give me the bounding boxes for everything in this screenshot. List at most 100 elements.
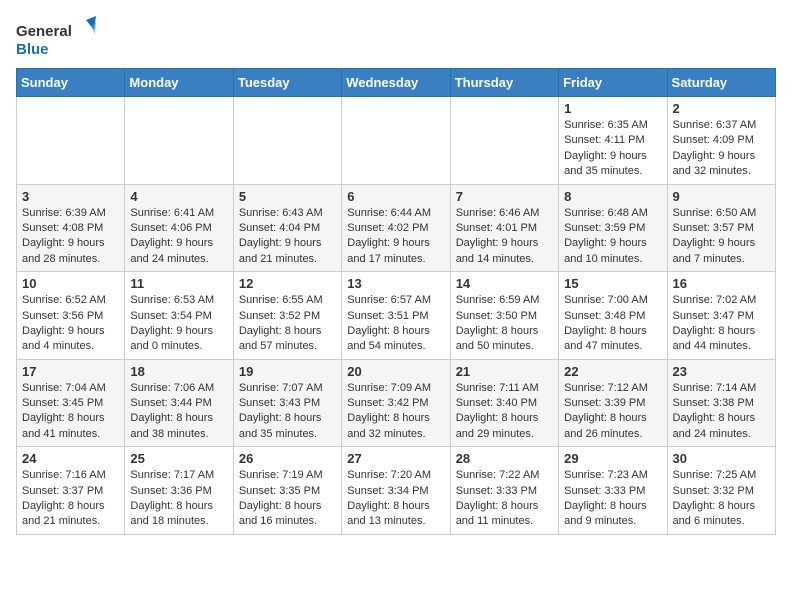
day-info: Sunrise: 7:06 AM Sunset: 3:44 PM Dayligh… [130,381,227,443]
weekday-header-friday: Friday [559,69,667,97]
calendar-cell-w1-d2 [125,97,233,185]
calendar-cell-w4-d6: 22Sunrise: 7:12 AM Sunset: 3:39 PM Dayli… [559,359,667,447]
day-number: 30 [673,451,770,466]
day-number: 27 [347,451,444,466]
calendar-week-1: 1 Sunrise: 6:35 AM Sunset: 4:11 PM Daylig… [17,97,776,185]
day-info: Sunrise: 7:14 AM Sunset: 3:38 PM Dayligh… [673,381,770,443]
calendar-week-5: 24 Sunrise: 7:16 AM Sunset: 3:37 PM Dayli… [17,447,776,535]
calendar-body: 1 Sunrise: 6:35 AM Sunset: 4:11 PM Daylig… [17,97,776,535]
calendar-cell-w3-d3: 12 Sunrise: 6:55 AM Sunset: 3:52 PM Dayli… [233,272,341,360]
calendar-cell-w3-d5: 14Sunrise: 6:59 AM Sunset: 3:50 PM Dayli… [450,272,558,360]
day-number: 2 [673,101,770,116]
calendar-cell-w5-d3: 26 Sunrise: 7:19 AM Sunset: 3:35 PM Dayli… [233,447,341,535]
day-number: 18 [130,364,227,379]
day-number: 17 [22,364,119,379]
day-info: Sunrise: 6:50 AM Sunset: 3:57 PM Dayligh… [673,206,770,268]
day-number: 6 [347,189,444,204]
calendar-cell-w5-d7: 30 Sunrise: 7:25 AM Sunset: 3:32 PM Dayli… [667,447,775,535]
day-info: Sunrise: 7:04 AM Sunset: 3:45 PM Dayligh… [22,381,119,443]
calendar-cell-w2-d1: 3Sunrise: 6:39 AM Sunset: 4:08 PM Daylig… [17,184,125,272]
calendar-cell-w1-d5 [450,97,558,185]
calendar-cell-w4-d1: 17 Sunrise: 7:04 AM Sunset: 3:45 PM Dayli… [17,359,125,447]
day-info: Sunrise: 6:57 AM Sunset: 3:51 PM Dayligh… [347,293,444,355]
calendar-cell-w3-d2: 11Sunrise: 6:53 AM Sunset: 3:54 PM Dayli… [125,272,233,360]
calendar-header: SundayMondayTuesdayWednesdayThursdayFrid… [17,69,776,97]
day-info: Sunrise: 6:43 AM Sunset: 4:04 PM Dayligh… [239,206,336,268]
calendar-cell-w2-d4: 6Sunrise: 6:44 AM Sunset: 4:02 PM Daylig… [342,184,450,272]
day-info: Sunrise: 7:07 AM Sunset: 3:43 PM Dayligh… [239,381,336,443]
calendar-cell-w5-d2: 25 Sunrise: 7:17 AM Sunset: 3:36 PM Dayli… [125,447,233,535]
day-info: Sunrise: 6:48 AM Sunset: 3:59 PM Dayligh… [564,206,661,268]
day-number: 19 [239,364,336,379]
day-info: Sunrise: 7:09 AM Sunset: 3:42 PM Dayligh… [347,381,444,443]
page-header: General Blue [16,16,776,60]
calendar-cell-w4-d2: 18 Sunrise: 7:06 AM Sunset: 3:44 PM Dayli… [125,359,233,447]
logo: General Blue [16,16,96,60]
day-number: 26 [239,451,336,466]
day-info: Sunrise: 6:35 AM Sunset: 4:11 PM Dayligh… [564,118,661,180]
day-number: 13 [347,276,444,291]
calendar-cell-w5-d1: 24 Sunrise: 7:16 AM Sunset: 3:37 PM Dayli… [17,447,125,535]
day-info: Sunrise: 7:19 AM Sunset: 3:35 PM Dayligh… [239,468,336,530]
calendar-cell-w1-d1 [17,97,125,185]
calendar-cell-w4-d4: 20 Sunrise: 7:09 AM Sunset: 3:42 PM Dayli… [342,359,450,447]
day-number: 1 [564,101,661,116]
calendar-cell-w2-d7: 9Sunrise: 6:50 AM Sunset: 3:57 PM Daylig… [667,184,775,272]
calendar-cell-w1-d7: 2 Sunrise: 6:37 AM Sunset: 4:09 PM Daylig… [667,97,775,185]
day-number: 20 [347,364,444,379]
svg-text:Blue: Blue [16,41,49,58]
day-info: Sunrise: 7:17 AM Sunset: 3:36 PM Dayligh… [130,468,227,530]
day-info: Sunrise: 7:23 AM Sunset: 3:33 PM Dayligh… [564,468,661,530]
day-info: Sunrise: 6:37 AM Sunset: 4:09 PM Dayligh… [673,118,770,180]
calendar-cell-w2-d5: 7Sunrise: 6:46 AM Sunset: 4:01 PM Daylig… [450,184,558,272]
day-info: Sunrise: 7:02 AM Sunset: 3:47 PM Dayligh… [673,293,770,355]
weekday-header-thursday: Thursday [450,69,558,97]
calendar-cell-w3-d1: 10 Sunrise: 6:52 AM Sunset: 3:56 PM Dayli… [17,272,125,360]
day-number: 29 [564,451,661,466]
calendar-table: SundayMondayTuesdayWednesdayThursdayFrid… [16,68,776,535]
day-number: 24 [22,451,119,466]
calendar-week-3: 10 Sunrise: 6:52 AM Sunset: 3:56 PM Dayli… [17,272,776,360]
weekday-header-tuesday: Tuesday [233,69,341,97]
weekday-header-row: SundayMondayTuesdayWednesdayThursdayFrid… [17,69,776,97]
day-number: 16 [673,276,770,291]
calendar-cell-w5-d5: 28Sunrise: 7:22 AM Sunset: 3:33 PM Dayli… [450,447,558,535]
day-info: Sunrise: 7:20 AM Sunset: 3:34 PM Dayligh… [347,468,444,530]
svg-text:General: General [16,23,72,40]
day-info: Sunrise: 6:59 AM Sunset: 3:50 PM Dayligh… [456,293,553,355]
weekday-header-wednesday: Wednesday [342,69,450,97]
day-info: Sunrise: 6:55 AM Sunset: 3:52 PM Dayligh… [239,293,336,355]
day-info: Sunrise: 7:16 AM Sunset: 3:37 PM Dayligh… [22,468,119,530]
day-info: Sunrise: 6:52 AM Sunset: 3:56 PM Dayligh… [22,293,119,355]
calendar-cell-w4-d7: 23 Sunrise: 7:14 AM Sunset: 3:38 PM Dayli… [667,359,775,447]
day-number: 5 [239,189,336,204]
calendar-cell-w4-d3: 19 Sunrise: 7:07 AM Sunset: 3:43 PM Dayli… [233,359,341,447]
day-number: 12 [239,276,336,291]
day-info: Sunrise: 6:41 AM Sunset: 4:06 PM Dayligh… [130,206,227,268]
calendar-cell-w5-d4: 27 Sunrise: 7:20 AM Sunset: 3:34 PM Dayli… [342,447,450,535]
day-info: Sunrise: 7:11 AM Sunset: 3:40 PM Dayligh… [456,381,553,443]
weekday-header-sunday: Sunday [17,69,125,97]
day-number: 8 [564,189,661,204]
calendar-week-2: 3Sunrise: 6:39 AM Sunset: 4:08 PM Daylig… [17,184,776,272]
logo-svg: General Blue [16,16,96,60]
calendar-cell-w3-d7: 16 Sunrise: 7:02 AM Sunset: 3:47 PM Dayli… [667,272,775,360]
day-number: 25 [130,451,227,466]
day-info: Sunrise: 7:22 AM Sunset: 3:33 PM Dayligh… [456,468,553,530]
day-info: Sunrise: 6:46 AM Sunset: 4:01 PM Dayligh… [456,206,553,268]
day-number: 4 [130,189,227,204]
day-number: 15 [564,276,661,291]
day-number: 23 [673,364,770,379]
calendar-cell-w1-d6: 1 Sunrise: 6:35 AM Sunset: 4:11 PM Daylig… [559,97,667,185]
day-info: Sunrise: 7:25 AM Sunset: 3:32 PM Dayligh… [673,468,770,530]
day-number: 22 [564,364,661,379]
day-number: 10 [22,276,119,291]
day-info: Sunrise: 6:39 AM Sunset: 4:08 PM Dayligh… [22,206,119,268]
weekday-header-monday: Monday [125,69,233,97]
day-number: 21 [456,364,553,379]
day-info: Sunrise: 7:00 AM Sunset: 3:48 PM Dayligh… [564,293,661,355]
calendar-cell-w2-d2: 4 Sunrise: 6:41 AM Sunset: 4:06 PM Daylig… [125,184,233,272]
day-info: Sunrise: 6:53 AM Sunset: 3:54 PM Dayligh… [130,293,227,355]
calendar-cell-w2-d6: 8 Sunrise: 6:48 AM Sunset: 3:59 PM Daylig… [559,184,667,272]
calendar-cell-w4-d5: 21 Sunrise: 7:11 AM Sunset: 3:40 PM Dayli… [450,359,558,447]
